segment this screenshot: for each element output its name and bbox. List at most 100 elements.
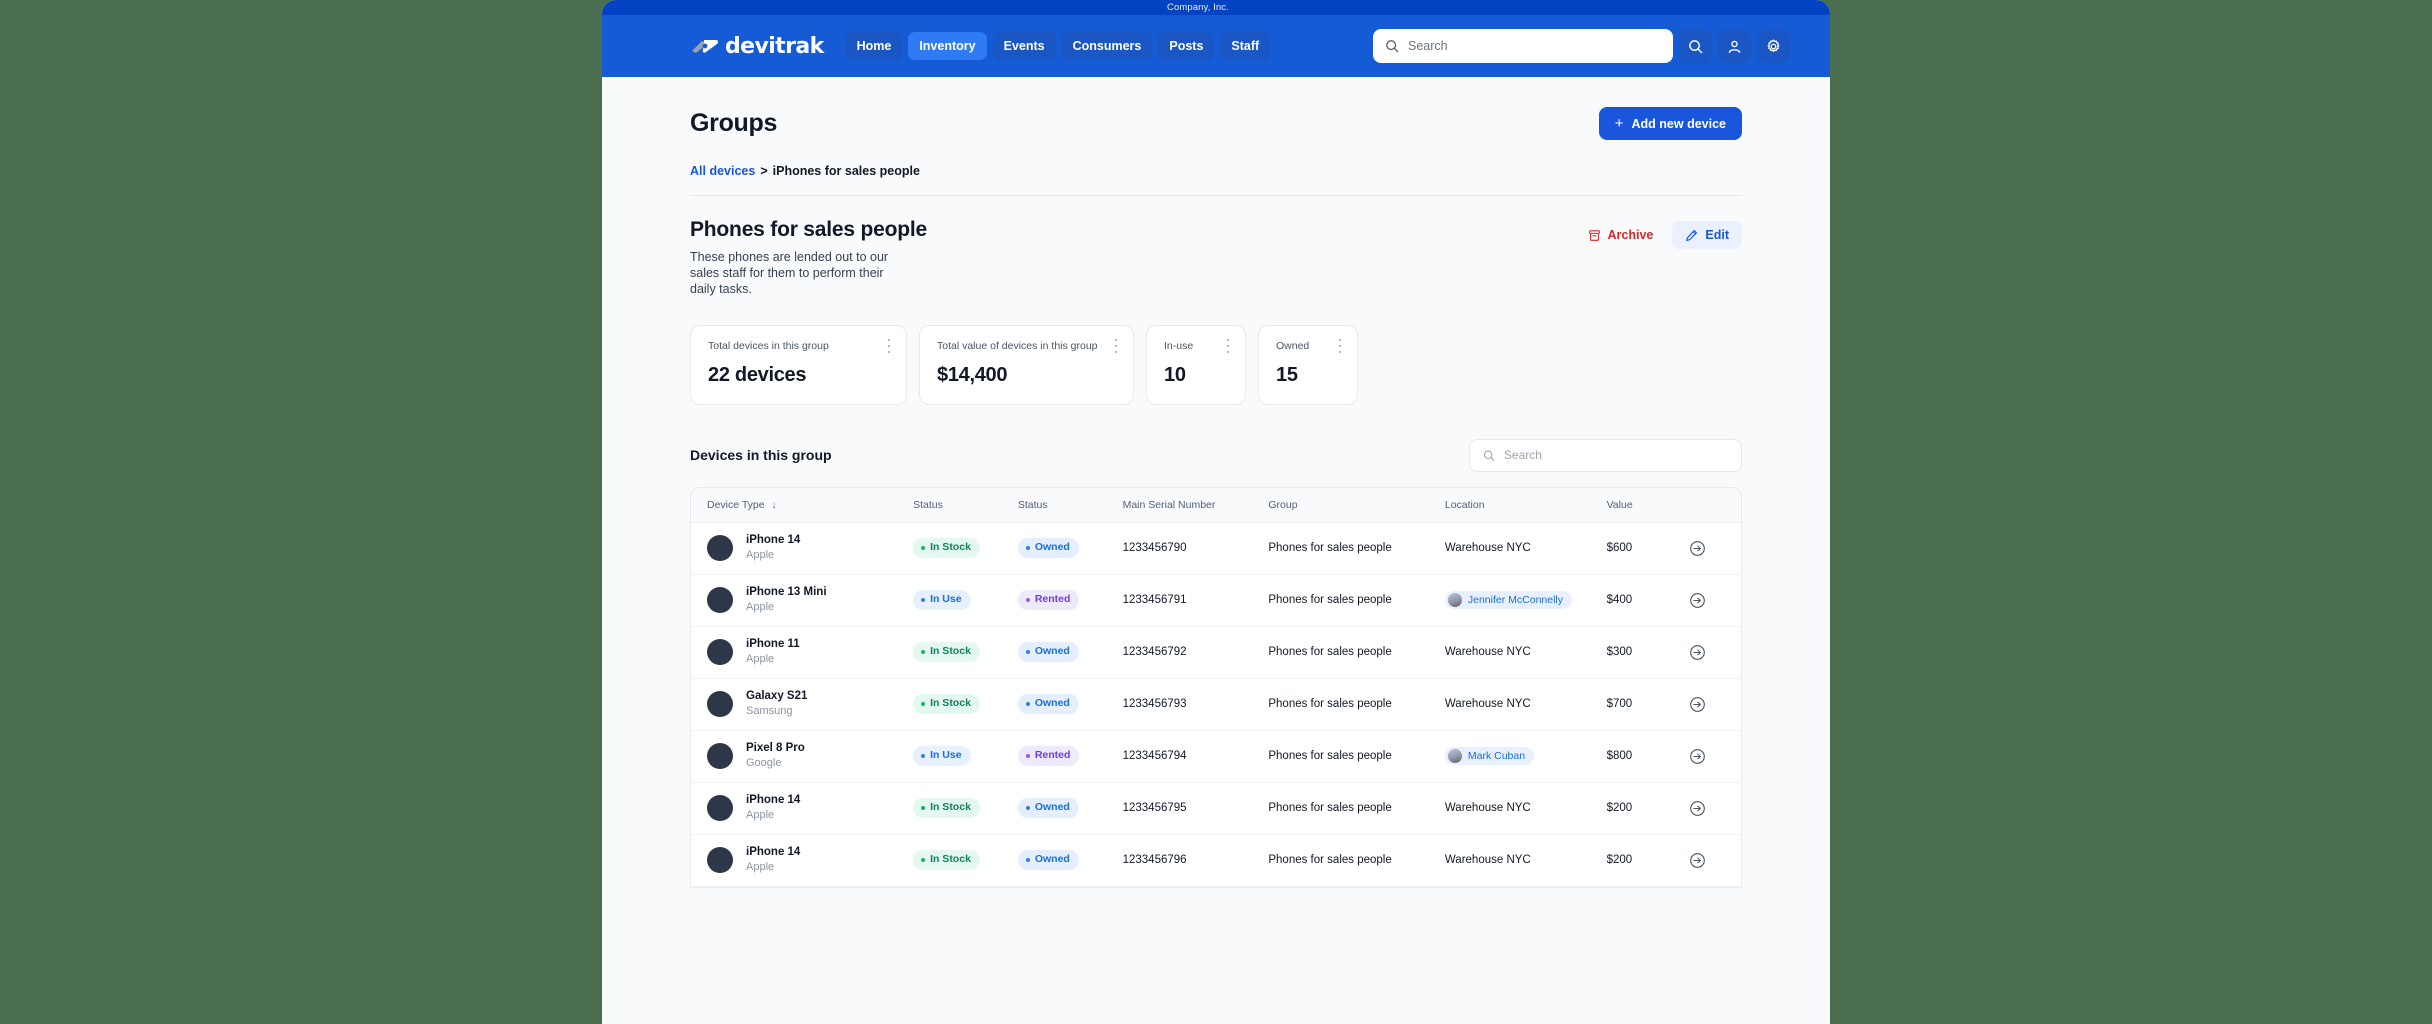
header-divider xyxy=(690,195,1742,196)
value-text: $700 xyxy=(1607,698,1633,710)
edit-button[interactable]: Edit xyxy=(1672,221,1742,249)
cell-status-stock: In Stock xyxy=(913,834,1018,886)
gear-icon xyxy=(1766,39,1781,54)
status-label: In Use xyxy=(930,593,962,606)
cell-device-type: iPhone 14Apple xyxy=(691,782,913,834)
device-brand: Apple xyxy=(746,548,800,563)
cell-status-ownership: Owned xyxy=(1018,782,1123,834)
open-device-button[interactable] xyxy=(1689,800,1741,817)
device-thumbnail xyxy=(707,535,733,561)
table-row[interactable]: iPhone 14AppleIn StockOwned1233456795Pho… xyxy=(691,782,1741,834)
group-actions: Archive Edit xyxy=(1579,221,1742,249)
cell-serial-number: 1233456790 xyxy=(1123,522,1269,574)
cell-location: Warehouse NYC xyxy=(1445,782,1607,834)
logo-text: devitrak xyxy=(725,34,824,59)
card-menu-button[interactable] xyxy=(884,339,894,353)
cell-location: Warehouse NYC xyxy=(1445,834,1607,886)
column-header-value[interactable]: Value xyxy=(1607,488,1689,523)
stat-cards: Total devices in this group 22 devices T… xyxy=(690,325,1742,405)
column-header-group[interactable]: Group xyxy=(1268,488,1445,523)
open-device-button[interactable] xyxy=(1689,852,1741,869)
settings-button[interactable] xyxy=(1757,30,1790,63)
plus-icon: + xyxy=(1615,116,1624,131)
table-row[interactable]: iPhone 14AppleIn StockOwned1233456796Pho… xyxy=(691,834,1741,886)
add-new-device-button[interactable]: + Add new device xyxy=(1599,107,1742,140)
breadcrumb-separator: > xyxy=(760,164,767,178)
column-header-main-serial-number[interactable]: Main Serial Number xyxy=(1123,488,1269,523)
nav-link-posts[interactable]: Posts xyxy=(1158,32,1214,61)
nav-link-home[interactable]: Home xyxy=(846,32,903,61)
status-label: Owned xyxy=(1035,697,1070,710)
device-brand: Apple xyxy=(746,808,800,823)
status-label: In Stock xyxy=(930,801,971,814)
devices-section-header: Devices in this group xyxy=(690,439,1742,472)
assigned-person-chip[interactable]: Mark Cuban xyxy=(1445,747,1534,765)
stat-card-in-use: In-use 10 xyxy=(1146,325,1246,405)
status-dot-icon xyxy=(1026,598,1030,602)
arrow-right-circle-icon xyxy=(1689,644,1706,661)
table-row[interactable]: iPhone 13 MiniAppleIn UseRented123345679… xyxy=(691,574,1741,626)
nav-link-inventory[interactable]: Inventory xyxy=(908,32,986,61)
column-header-location[interactable]: Location xyxy=(1445,488,1607,523)
global-search-input[interactable] xyxy=(1408,39,1661,53)
status-dot-icon xyxy=(1026,650,1030,654)
card-menu-button[interactable] xyxy=(1335,339,1345,353)
status-badge-ownership: Owned xyxy=(1018,642,1079,661)
open-device-button[interactable] xyxy=(1689,592,1741,609)
search-button[interactable] xyxy=(1679,30,1712,63)
status-badge-stock: In Use xyxy=(913,746,971,765)
column-header-status-1[interactable]: Status xyxy=(913,488,1018,523)
cell-actions xyxy=(1689,834,1741,886)
global-search-box[interactable] xyxy=(1373,29,1673,63)
nav-link-staff[interactable]: Staff xyxy=(1220,32,1270,61)
cell-serial-number: 1233456793 xyxy=(1123,678,1269,730)
table-row[interactable]: iPhone 14AppleIn StockOwned1233456790Pho… xyxy=(691,522,1741,574)
sort-descending-icon: ↓ xyxy=(772,500,777,511)
device-thumbnail xyxy=(707,691,733,717)
device-thumbnail xyxy=(707,639,733,665)
cell-status-stock: In Stock xyxy=(913,522,1018,574)
open-device-button[interactable] xyxy=(1689,748,1741,765)
open-device-button[interactable] xyxy=(1689,644,1741,661)
card-menu-button[interactable] xyxy=(1111,339,1121,353)
stat-label: In-use xyxy=(1164,341,1228,352)
cell-value: $600 xyxy=(1607,522,1689,574)
user-account-button[interactable] xyxy=(1718,30,1751,63)
arrow-right-circle-icon xyxy=(1689,540,1706,557)
device-name: iPhone 14 xyxy=(746,845,800,859)
status-label: In Stock xyxy=(930,645,971,658)
table-row[interactable]: Galaxy S21SamsungIn Stock Owned 1233456793… xyxy=(691,678,1741,730)
nav-link-consumers[interactable]: Consumers xyxy=(1062,32,1153,61)
cell-device-type: iPhone 14Apple xyxy=(691,834,913,886)
cell-device-type: Galaxy S21Samsung xyxy=(691,678,913,730)
devitrak-logo[interactable]: devitrak xyxy=(690,34,824,59)
table-row[interactable]: Pixel 8 ProGoogleIn UseRented1233456794P… xyxy=(691,730,1741,782)
status-label: In Use xyxy=(930,749,962,762)
location-text: Warehouse NYC xyxy=(1445,542,1531,554)
devices-search-box[interactable] xyxy=(1469,439,1742,472)
table-row[interactable]: iPhone 11AppleIn StockOwned1233456792Pho… xyxy=(691,626,1741,678)
arrow-right-circle-icon xyxy=(1689,852,1706,869)
status-dot-icon xyxy=(921,754,925,758)
cell-actions xyxy=(1689,574,1741,626)
status-badge-stock: In Stock xyxy=(913,850,980,869)
open-device-button[interactable] xyxy=(1689,696,1741,713)
column-header-status-2[interactable]: Status xyxy=(1018,488,1123,523)
cell-status-stock: In Stock xyxy=(913,678,1018,730)
cell-value: $300 xyxy=(1607,626,1689,678)
open-device-button[interactable] xyxy=(1689,540,1741,557)
card-menu-button[interactable] xyxy=(1223,339,1233,353)
nav-link-events[interactable]: Events xyxy=(993,32,1056,61)
assigned-person-chip[interactable]: Jennifer McConnelly xyxy=(1445,591,1572,609)
column-header-device-type[interactable]: Device Type ↓ xyxy=(691,488,913,523)
device-name: iPhone 13 Mini xyxy=(746,585,827,599)
devices-search-input[interactable] xyxy=(1504,448,1728,462)
breadcrumb-all-devices[interactable]: All devices xyxy=(690,164,755,178)
devices-table: Device Type ↓ Status Status Main Serial … xyxy=(690,487,1742,888)
cell-group: Phones for sales people xyxy=(1268,574,1445,626)
archive-button[interactable]: Archive xyxy=(1579,221,1663,249)
status-badge-stock: In Stock xyxy=(913,798,980,817)
group-description: These phones are lended out to our sales… xyxy=(690,249,900,297)
status-badge-stock: In Stock xyxy=(913,538,980,557)
arrow-right-circle-icon xyxy=(1689,748,1706,765)
